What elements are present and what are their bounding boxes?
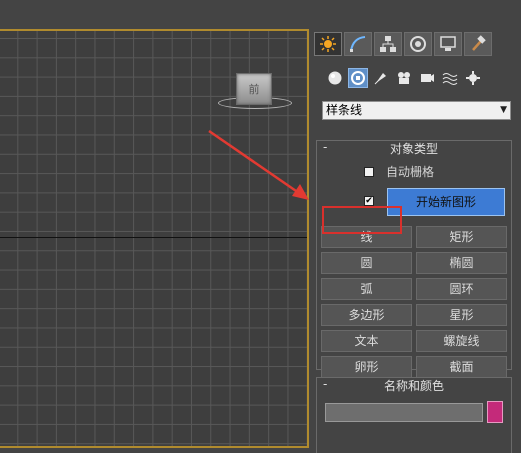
star-button[interactable]: 星形 bbox=[416, 304, 507, 326]
donut-button[interactable]: 圆环 bbox=[416, 278, 507, 300]
collapse-icon: - bbox=[323, 140, 328, 154]
ellipse-button[interactable]: 椭圆 bbox=[416, 252, 507, 274]
cameras-icon[interactable] bbox=[394, 68, 414, 88]
motion-icon bbox=[410, 36, 426, 52]
viewport-axis-line bbox=[0, 237, 307, 238]
command-panel: 样条线 ▼ - 对象类型 自动栅格 ✔ 开始新图形 线 矩形 圆 椭圆 弧 圆环… bbox=[311, 28, 521, 453]
start-new-shape-button[interactable]: 开始新图形 bbox=[387, 188, 505, 216]
viewcube[interactable]: 前 bbox=[236, 73, 272, 105]
helpers-icon[interactable] bbox=[417, 68, 437, 88]
rectangle-button[interactable]: 矩形 bbox=[416, 226, 507, 248]
motion-tab[interactable] bbox=[404, 32, 432, 56]
front-viewport[interactable]: 前 bbox=[0, 29, 309, 448]
autogrid-checkbox[interactable] bbox=[364, 166, 374, 177]
name-color-title: 名称和颜色 bbox=[383, 379, 444, 393]
name-color-rollout: - 名称和颜色 bbox=[316, 377, 512, 453]
sun-icon bbox=[320, 36, 336, 52]
hierarchy-tab[interactable] bbox=[374, 32, 402, 56]
object-color-swatch[interactable] bbox=[487, 401, 503, 423]
name-color-header[interactable]: - 名称和颜色 bbox=[317, 377, 511, 394]
object-name-input[interactable] bbox=[325, 403, 483, 422]
start-new-row: ✔ bbox=[364, 196, 374, 206]
text-button[interactable]: 文本 bbox=[321, 330, 412, 352]
chevron-down-icon: ▼ bbox=[500, 105, 507, 115]
curve-icon bbox=[350, 36, 366, 52]
command-panel-tabs bbox=[314, 32, 494, 58]
monitor-icon bbox=[440, 36, 456, 51]
autogrid-label: 自动栅格 bbox=[386, 165, 435, 179]
highlight-box bbox=[322, 206, 402, 234]
space-warps-icon[interactable] bbox=[440, 68, 460, 88]
create-tab[interactable] bbox=[314, 32, 342, 56]
display-tab[interactable] bbox=[434, 32, 462, 56]
lights-icon[interactable] bbox=[371, 68, 391, 88]
object-type-title: 对象类型 bbox=[389, 142, 438, 156]
circle-button[interactable]: 圆 bbox=[321, 252, 412, 274]
category-dropdown-value: 样条线 bbox=[326, 103, 363, 117]
geometry-sphere-icon[interactable] bbox=[325, 68, 345, 88]
object-type-rollout: - 对象类型 自动栅格 ✔ 开始新图形 线 矩形 圆 椭圆 弧 圆环 多边形 星… bbox=[316, 140, 512, 378]
object-type-buttons: 线 矩形 圆 椭圆 弧 圆环 多边形 星形 文本 螺旋线 卵形 截面 bbox=[321, 226, 509, 378]
helix-button[interactable]: 螺旋线 bbox=[416, 330, 507, 352]
modify-tab[interactable] bbox=[344, 32, 372, 56]
autogrid-row: 自动栅格 bbox=[364, 163, 434, 180]
hammer-icon bbox=[472, 35, 486, 51]
utilities-tab[interactable] bbox=[464, 32, 492, 56]
subcategory-icons bbox=[325, 68, 486, 88]
arc-button[interactable]: 弧 bbox=[321, 278, 412, 300]
egg-button[interactable]: 卵形 bbox=[321, 356, 412, 378]
object-type-header[interactable]: - 对象类型 bbox=[317, 140, 511, 157]
ngon-button[interactable]: 多边形 bbox=[321, 304, 412, 326]
collapse-icon: - bbox=[323, 377, 328, 391]
viewcube-label: 前 bbox=[248, 83, 260, 96]
category-dropdown[interactable]: 样条线 ▼ bbox=[322, 101, 511, 120]
systems-icon[interactable] bbox=[463, 68, 483, 88]
shapes-icon[interactable] bbox=[348, 68, 368, 88]
section-button[interactable]: 截面 bbox=[416, 356, 507, 378]
hierarchy-icon bbox=[380, 36, 396, 52]
start-new-checkbox[interactable]: ✔ bbox=[364, 196, 374, 206]
